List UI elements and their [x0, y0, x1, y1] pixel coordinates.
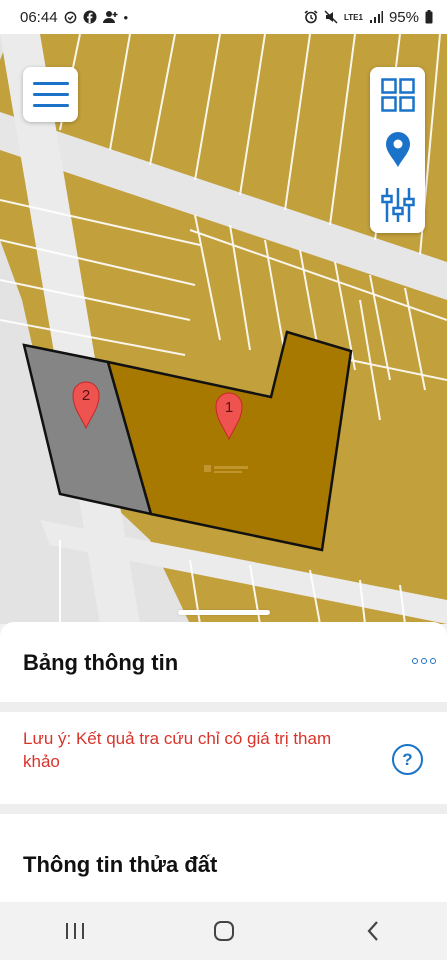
alarm-icon: [304, 10, 318, 24]
mute-icon: [324, 10, 338, 24]
facebook-icon: [83, 10, 97, 24]
more-dot-icon: [421, 658, 427, 664]
my-location-button[interactable]: [376, 128, 420, 172]
sheet-title: Bảng thông tin: [23, 650, 179, 675]
disclaimer-card: Lưu ý: Kết quả tra cứu chỉ có giá trị th…: [0, 712, 447, 804]
network-label: LTE1: [344, 12, 363, 22]
back-icon: [367, 921, 378, 941]
layers-grid-icon: [380, 77, 415, 112]
recent-apps-button[interactable]: [45, 911, 105, 951]
menu-icon-line: [32, 82, 69, 85]
check-circle-icon: [64, 11, 76, 23]
location-pin-icon: [385, 131, 410, 167]
help-button[interactable]: ?: [392, 744, 423, 775]
status-time: 06:44: [20, 8, 58, 26]
more-dot-icon: [412, 658, 418, 664]
sheet-drag-handle[interactable]: [178, 610, 270, 615]
map-tool-panel: [370, 67, 425, 233]
parcel-info-card: Thông tin thửa đất: [0, 814, 447, 902]
filter-button[interactable]: [376, 183, 420, 227]
home-icon: [213, 921, 234, 941]
menu-icon-line: [32, 104, 69, 107]
status-bar: 06:44 • LTE1 95%: [0, 0, 447, 34]
sheet-header: Bảng thông tin: [0, 622, 447, 702]
status-left: 06:44 •: [20, 9, 128, 26]
parcel-info-title: Thông tin thửa đất: [23, 852, 218, 877]
person-add-icon: [102, 11, 118, 23]
question-mark-icon: ?: [402, 749, 413, 769]
watermark-logo: [204, 465, 248, 473]
status-right: LTE1 95%: [304, 9, 433, 26]
disclaimer-text: Lưu ý: Kết quả tra cứu chỉ có giá trị th…: [23, 729, 332, 771]
system-nav-bar: [0, 902, 447, 960]
more-options-button[interactable]: [412, 658, 436, 664]
more-dot-icon: [430, 658, 436, 664]
info-sheet: Bảng thông tin Lưu ý: Kết quả tra cứu ch…: [0, 622, 447, 902]
marker-1-label: 1: [225, 399, 233, 416]
menu-button[interactable]: [23, 67, 78, 122]
back-button[interactable]: [343, 911, 403, 951]
marker-2-label: 2: [82, 387, 90, 404]
sliders-icon: [380, 188, 415, 223]
battery-level: 95%: [388, 8, 419, 26]
layers-button[interactable]: [376, 73, 420, 117]
recent-apps-icon: [65, 923, 84, 939]
home-button[interactable]: [194, 911, 254, 951]
menu-icon-line: [32, 93, 69, 96]
status-dot: •: [123, 9, 129, 25]
signal-icon: [369, 10, 383, 23]
battery-icon: [425, 10, 433, 24]
